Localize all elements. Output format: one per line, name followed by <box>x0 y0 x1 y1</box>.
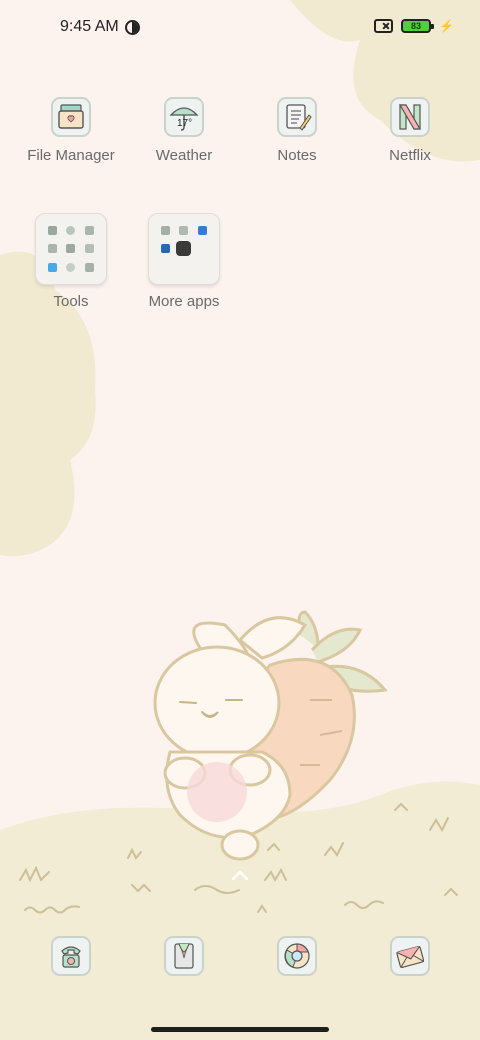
mini-app-icon <box>197 226 207 236</box>
messages-icon <box>396 945 425 969</box>
contacts-icon <box>174 943 194 969</box>
netflix-n-icon <box>390 97 430 137</box>
dock-chrome[interactable] <box>277 936 317 976</box>
no-sim-icon <box>374 19 394 33</box>
app-netflix[interactable]: Netflix <box>360 97 460 164</box>
gesture-navigation-bar[interactable] <box>151 1027 329 1032</box>
app-notes[interactable]: Notes <box>247 97 347 164</box>
dock-phone[interactable] <box>51 936 91 976</box>
mini-app-icon <box>66 244 76 254</box>
app-label: File Manager <box>27 147 115 164</box>
folder-label: Tools <box>53 293 89 310</box>
mini-app-icon <box>66 262 76 272</box>
chrome-icon <box>284 943 310 969</box>
dock-messages[interactable] <box>390 936 430 976</box>
app-label: Netflix <box>389 147 431 164</box>
umbrella-weather-icon: 17° <box>164 97 204 137</box>
status-right-icons: 83 ⚡ <box>374 19 454 33</box>
charging-bolt-icon: ⚡ <box>439 19 454 33</box>
mini-app-icon <box>161 226 171 236</box>
mini-app-icon <box>84 244 94 254</box>
app-label: Weather <box>155 147 213 164</box>
settings-gear-icon <box>176 241 192 257</box>
status-bar: 9:45 AM 83 ⚡ <box>0 0 480 56</box>
app-label: Notes <box>277 147 317 164</box>
empty-slot <box>198 263 207 272</box>
folder-tools-grid <box>35 213 107 285</box>
folder-tools[interactable]: Tools <box>11 213 131 310</box>
mini-app-icon <box>66 226 76 236</box>
empty-slot <box>179 263 188 272</box>
status-time: 9:45 AM <box>60 18 119 35</box>
status-time-group: 9:45 AM <box>60 18 140 36</box>
mini-app-icon <box>84 226 94 236</box>
empty-slot <box>198 244 207 253</box>
mini-app-icon <box>48 226 58 236</box>
weather-badge: 17° <box>177 118 192 129</box>
phone-icon <box>61 946 81 968</box>
folder-more-apps[interactable]: More apps <box>124 213 244 310</box>
folder-label: More apps <box>148 293 220 310</box>
mini-app-icon <box>179 226 189 236</box>
app-file-manager[interactable]: File Manager <box>21 97 121 164</box>
mini-app-icon <box>84 262 94 272</box>
file-manager-icon <box>51 97 91 137</box>
dnd-moon-icon <box>124 19 140 35</box>
notepad-pencil-icon <box>277 97 317 137</box>
empty-slot <box>161 263 170 272</box>
app-weather[interactable]: 17° Weather <box>134 97 234 164</box>
mini-app-icon <box>48 262 58 272</box>
battery-level: 83 <box>411 21 422 31</box>
linkedin-icon <box>161 244 171 254</box>
dock-contacts[interactable] <box>164 936 204 976</box>
folder-more-apps-grid <box>148 213 220 285</box>
battery-icon: 83 <box>401 19 435 33</box>
chevron-up-icon[interactable] <box>230 868 250 882</box>
mini-app-icon <box>48 244 58 254</box>
